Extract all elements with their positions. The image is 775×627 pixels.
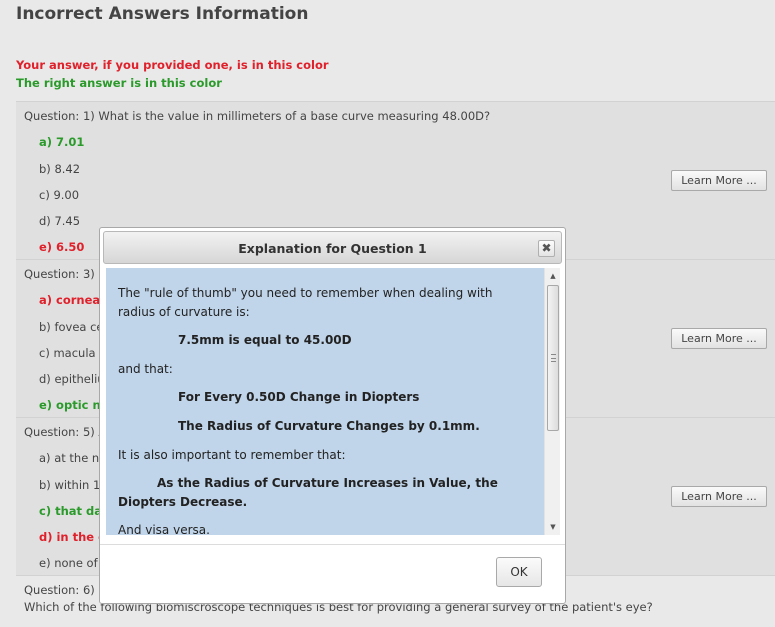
close-icon[interactable]: ✖ bbox=[538, 240, 555, 257]
dialog-title: Explanation for Question 1 bbox=[238, 241, 427, 256]
answer-option: e) none of t bbox=[39, 556, 106, 570]
page-title: Incorrect Answers Information bbox=[16, 4, 309, 24]
legend-wrong-answer: Your answer, if you provided one, is in … bbox=[16, 58, 329, 72]
scroll-up-icon[interactable]: ▲ bbox=[545, 268, 560, 284]
answer-option: b) 8.42 bbox=[39, 162, 81, 176]
learn-more-button-q1[interactable]: Learn More ... bbox=[671, 170, 767, 191]
explanation-paragraph: It is also important to remember that: bbox=[118, 448, 346, 462]
explanation-dialog: Explanation for Question 1 ✖ The "rule o… bbox=[99, 227, 566, 604]
legend-right-answer: The right answer is in this color bbox=[16, 76, 222, 90]
question-text: Question: 5) A bbox=[24, 425, 107, 439]
question-text: Question: 3) C bbox=[24, 267, 107, 281]
answer-option: c) macula bbox=[39, 346, 96, 360]
scroll-down-icon[interactable]: ▼ bbox=[545, 519, 560, 535]
answer-option: a) cornea bbox=[39, 293, 101, 307]
learn-more-button-q3[interactable]: Learn More ... bbox=[671, 328, 767, 349]
answer-option: c) 9.00 bbox=[39, 188, 80, 202]
explanation-paragraph: The "rule of thumb" you need to remember… bbox=[118, 286, 493, 319]
dialog-scrollbar[interactable]: ▲ ▼ bbox=[544, 268, 560, 535]
answer-option: e) 6.50 bbox=[39, 240, 85, 254]
answer-option: d) epitheliu bbox=[39, 372, 105, 386]
explanation-paragraph: and that: bbox=[118, 362, 173, 376]
question-text: Question: 1) What is the value in millim… bbox=[24, 109, 491, 123]
dialog-titlebar[interactable]: Explanation for Question 1 ✖ bbox=[103, 231, 562, 264]
explanation-bold-paragraph: As the Radius of Curvature Increases in … bbox=[118, 476, 498, 509]
ok-button[interactable]: OK bbox=[496, 557, 542, 587]
explanation-bold-line: The Radius of Curvature Changes by 0.1mm… bbox=[178, 419, 480, 433]
scroll-thumb[interactable] bbox=[547, 285, 559, 431]
dialog-divider bbox=[100, 544, 565, 545]
answer-option: b) fovea ce bbox=[39, 320, 104, 334]
answer-option: d) 7.45 bbox=[39, 214, 81, 228]
question-text: Question: 6) bbox=[24, 583, 95, 597]
dialog-content: The "rule of thumb" you need to remember… bbox=[106, 268, 560, 535]
answer-option: b) within 1 bbox=[39, 478, 101, 492]
learn-more-button-q5[interactable]: Learn More ... bbox=[671, 486, 767, 507]
answer-option: a) at the ne bbox=[39, 451, 107, 465]
grip-icon bbox=[551, 354, 556, 362]
explanation-bold-line: For Every 0.50D Change in Diopters bbox=[178, 390, 420, 404]
explanation-bold-line: 7.5mm is equal to 45.00D bbox=[178, 333, 352, 347]
explanation-paragraph: And visa versa. bbox=[118, 523, 210, 535]
answer-option: a) 7.01 bbox=[39, 135, 85, 149]
